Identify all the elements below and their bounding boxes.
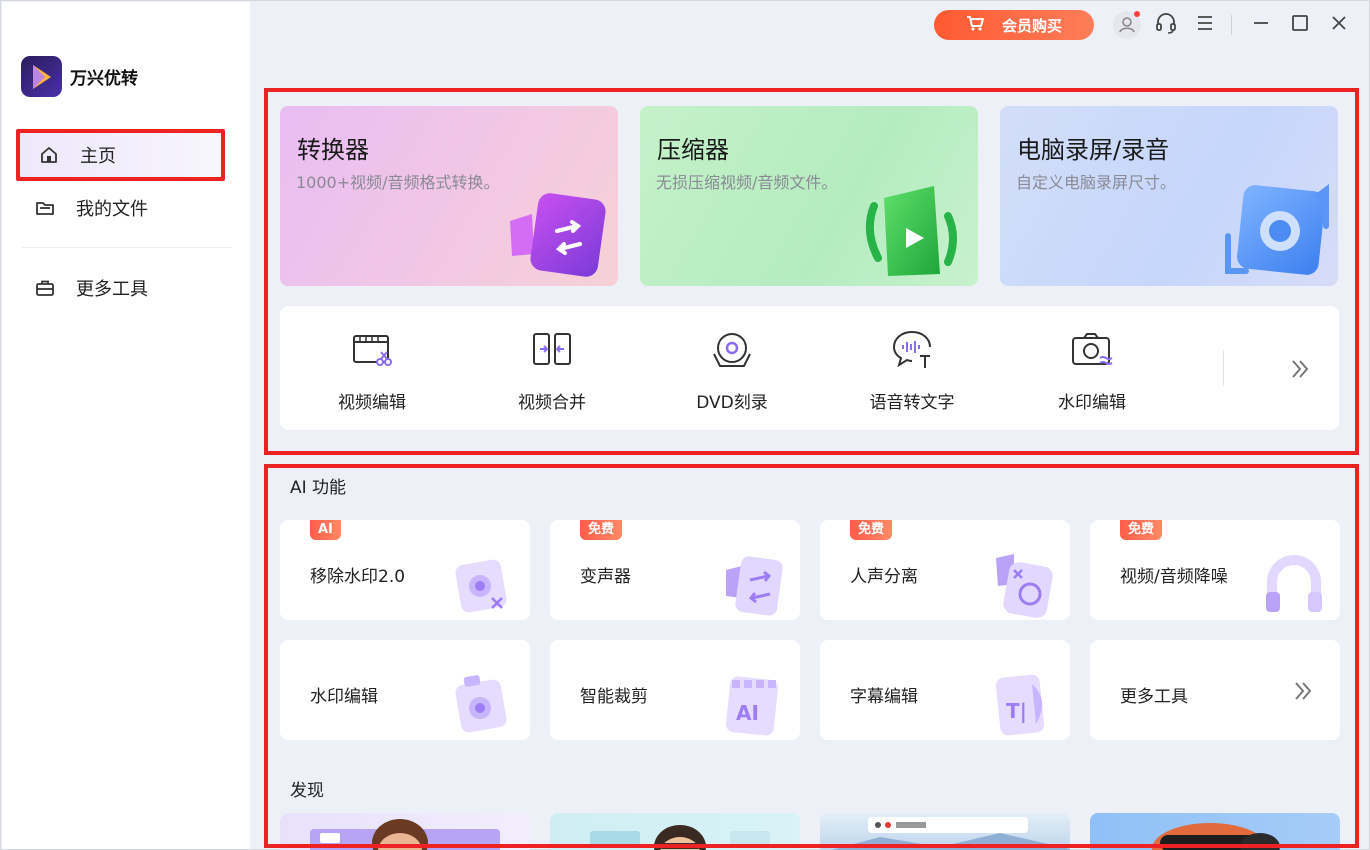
home-icon <box>38 144 60 166</box>
sidebar-item-label: 我的文件 <box>76 199 148 220</box>
support-button[interactable] <box>1150 9 1182 41</box>
minimize-button[interactable] <box>1245 9 1277 41</box>
app-logo: 万兴优转 <box>21 56 138 97</box>
sidebar: 万兴优转 主页 我的文件 更多工具 <box>2 2 250 849</box>
user-avatar-button[interactable] <box>1111 9 1143 41</box>
toolbox-icon <box>34 277 56 299</box>
close-icon <box>1329 13 1349 37</box>
headset-icon <box>1154 11 1178 39</box>
cart-icon <box>966 15 984 35</box>
highlight-box-bottom <box>264 464 1359 848</box>
folder-icon <box>34 197 56 219</box>
titlebar-divider <box>1231 15 1232 35</box>
sidebar-item-label: 更多工具 <box>76 279 148 300</box>
app-name: 万兴优转 <box>70 69 138 89</box>
vip-purchase-label: 会员购买 <box>1001 16 1062 35</box>
sidebar-item-label: 主页 <box>80 146 116 167</box>
notification-dot <box>1134 11 1140 17</box>
logo-icon <box>21 56 62 97</box>
menu-icon <box>1195 14 1215 36</box>
highlight-box-top <box>264 88 1359 455</box>
sidebar-divider <box>22 247 232 248</box>
sidebar-item-my-files[interactable]: 我的文件 <box>16 182 225 234</box>
app-window: 万兴优转 主页 我的文件 更多工具 会员购买 转换器 1000+视频/音频格式转… <box>0 0 1370 850</box>
maximize-icon <box>1290 13 1310 37</box>
minimize-icon <box>1251 13 1271 37</box>
sidebar-item-more-tools[interactable]: 更多工具 <box>16 262 225 314</box>
close-button[interactable] <box>1323 9 1355 41</box>
menu-button[interactable] <box>1189 9 1221 41</box>
sidebar-item-home[interactable]: 主页 <box>16 129 225 181</box>
vip-purchase-button[interactable]: 会员购买 <box>934 10 1094 40</box>
maximize-button[interactable] <box>1284 9 1316 41</box>
title-bar: 会员购买 <box>934 9 1355 41</box>
